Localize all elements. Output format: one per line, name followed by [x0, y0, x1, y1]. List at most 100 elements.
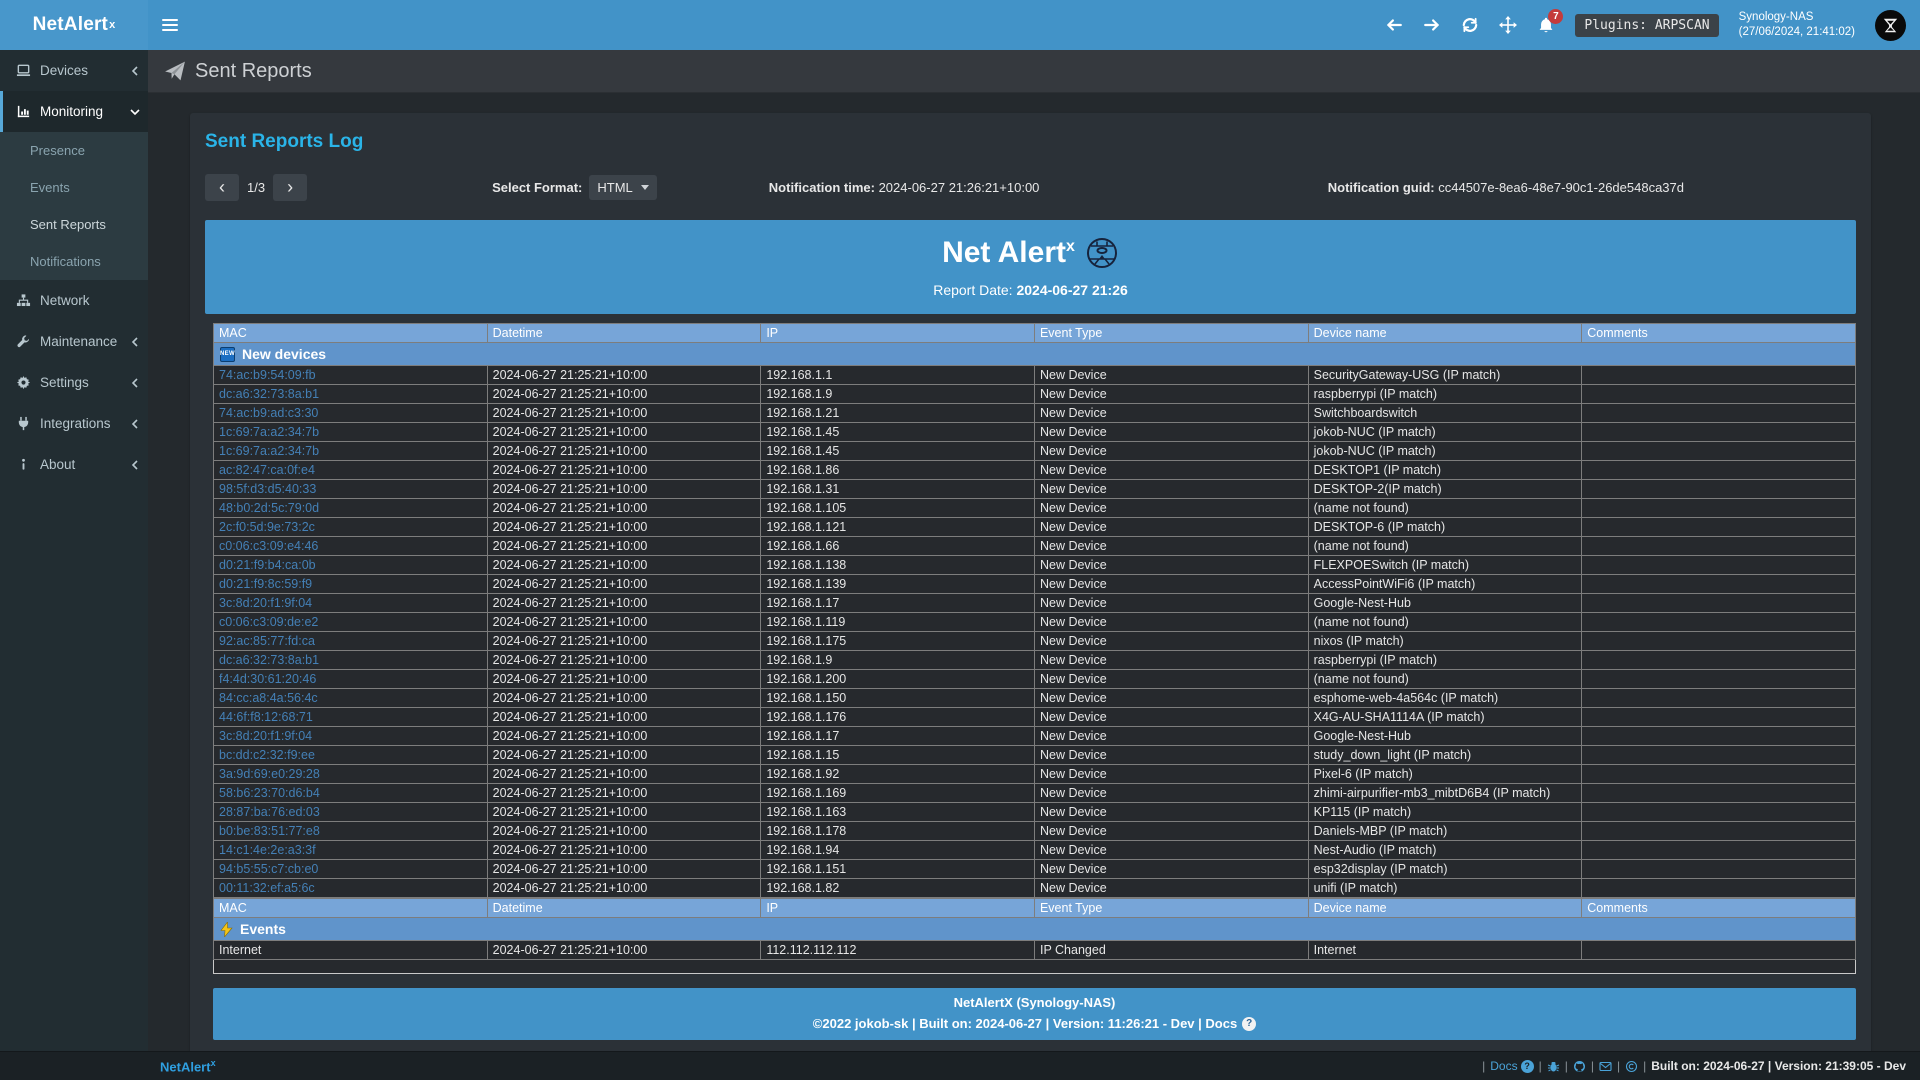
- cell: 3c:8d:20:f1:9f:04: [214, 727, 488, 746]
- cell: 192.168.1.15: [761, 746, 1035, 765]
- cell: 2024-06-27 21:25:21+10:00: [487, 784, 761, 803]
- sidebar-item-presence[interactable]: Presence: [0, 132, 148, 169]
- back-arrow-icon[interactable]: [1385, 16, 1403, 34]
- refresh-icon[interactable]: [1461, 16, 1479, 34]
- cell: esphome-web-4a564c (IP match): [1308, 689, 1582, 708]
- report-header: Net Alertx Report Date: 2024-06-27 21:26: [205, 220, 1856, 314]
- mac-link[interactable]: c0:06:c3:09:de:e2: [219, 615, 318, 629]
- cell: [1582, 385, 1856, 404]
- sidebar-item-about[interactable]: About: [0, 444, 148, 485]
- cell: (name not found): [1308, 670, 1582, 689]
- cell: 2024-06-27 21:25:21+10:00: [487, 423, 761, 442]
- avatar-logo-icon: [1879, 14, 1902, 37]
- cell: 98:5f:d3:d5:40:33: [214, 480, 488, 499]
- cell: [1582, 941, 1856, 960]
- sidebar-toggle-button[interactable]: [148, 0, 192, 50]
- mac-link[interactable]: 58:b6:23:70:d6:b4: [219, 786, 320, 800]
- mac-link[interactable]: d0:21:f9:8c:59:f9: [219, 577, 312, 591]
- cell: [1582, 689, 1856, 708]
- mac-link[interactable]: bc:dd:c2:32:f9:ee: [219, 748, 315, 762]
- app-logo[interactable]: NetAlertx: [0, 0, 148, 50]
- bug-report-icon[interactable]: [1547, 1060, 1560, 1073]
- mac-link[interactable]: dc:a6:32:73:8a:b1: [219, 387, 319, 401]
- mac-link[interactable]: 98:5f:d3:d5:40:33: [219, 482, 316, 496]
- mac-link[interactable]: 1c:69:7a:a2:34:7b: [219, 425, 319, 439]
- sidebar-item-devices[interactable]: Devices: [0, 50, 148, 91]
- report-footer-meta: ©2022 jokob-sk | Built on: 2024-06-27 | …: [213, 1016, 1856, 1031]
- cell: [1582, 518, 1856, 537]
- cell: 94:b5:55:c7:cb:e0: [214, 860, 488, 879]
- mac-link[interactable]: ac:82:47:ca:0f:e4: [219, 463, 315, 477]
- cell: New Device: [1034, 575, 1308, 594]
- footer-brand[interactable]: NetAlertx: [160, 1058, 216, 1074]
- report-footer-title: NetAlertX (Synology-NAS): [213, 995, 1856, 1010]
- cell: nixos (IP match): [1308, 632, 1582, 651]
- cell: (name not found): [1308, 537, 1582, 556]
- sidebar-item-notifications[interactable]: Notifications: [0, 243, 148, 280]
- mac-link[interactable]: 14:c1:4e:2e:a3:3f: [219, 843, 316, 857]
- next-page-button[interactable]: ›: [273, 174, 307, 201]
- mac-link[interactable]: 1c:69:7a:a2:34:7b: [219, 444, 319, 458]
- table-row: dc:a6:32:73:8a:b12024-06-27 21:25:21+10:…: [214, 385, 1856, 404]
- sidebar-item-monitoring[interactable]: Monitoring: [0, 91, 148, 132]
- cell: 2024-06-27 21:25:21+10:00: [487, 556, 761, 575]
- sidebar-item-network[interactable]: Network: [0, 280, 148, 321]
- forward-arrow-icon[interactable]: [1423, 16, 1441, 34]
- move-arrows-icon[interactable]: [1499, 16, 1517, 34]
- sidebar-item-events[interactable]: Events: [0, 169, 148, 206]
- mac-link[interactable]: b0:be:83:51:77:e8: [219, 824, 320, 838]
- mac-link[interactable]: 28:87:ba:76:ed:03: [219, 805, 320, 819]
- github-icon[interactable]: [1573, 1060, 1586, 1073]
- sidebar-item-integrations[interactable]: Integrations: [0, 403, 148, 444]
- hamburger-icon: [162, 16, 178, 34]
- table-row: 3c:8d:20:f1:9f:042024-06-27 21:25:21+10:…: [214, 727, 1856, 746]
- cell: [1582, 366, 1856, 385]
- sidebar-item-settings[interactable]: Settings: [0, 362, 148, 403]
- table-head: MACDatetimeIPEvent TypeDevice nameCommen…: [214, 324, 1856, 343]
- sidebar-item-label: About: [40, 457, 130, 472]
- cell: New Device: [1034, 461, 1308, 480]
- cell: [1582, 423, 1856, 442]
- monitoring-submenu: Presence Events Sent Reports Notificatio…: [0, 132, 148, 280]
- cell: [1582, 594, 1856, 613]
- column-header: MAC: [214, 899, 488, 918]
- mac-link[interactable]: f4:4d:30:61:20:46: [219, 672, 316, 686]
- sidebar-item-label: Monitoring: [40, 104, 130, 119]
- sidebar-item-label: Integrations: [40, 416, 130, 431]
- sitemap-icon: [16, 293, 33, 308]
- prev-page-button[interactable]: ‹: [205, 174, 239, 201]
- email-icon[interactable]: [1599, 1060, 1612, 1073]
- cell: Pixel-6 (IP match): [1308, 765, 1582, 784]
- mac-link[interactable]: 3a:9d:69:e0:29:28: [219, 767, 320, 781]
- user-avatar[interactable]: [1875, 10, 1906, 41]
- mac-link[interactable]: dc:a6:32:73:8a:b1: [219, 653, 319, 667]
- mac-link[interactable]: c0:06:c3:09:e4:46: [219, 539, 318, 553]
- docs-link[interactable]: Docs?: [1490, 1059, 1533, 1073]
- format-select[interactable]: HTML: [589, 175, 656, 200]
- notifications-bell-icon[interactable]: 7: [1537, 16, 1555, 34]
- cell: [1582, 670, 1856, 689]
- mac-link[interactable]: 94:b5:55:c7:cb:e0: [219, 862, 318, 876]
- mac-link[interactable]: 92:ac:85:77:fd:ca: [219, 634, 315, 648]
- mac-link[interactable]: 3c:8d:20:f1:9f:04: [219, 596, 312, 610]
- mac-link[interactable]: 3c:8d:20:f1:9f:04: [219, 729, 312, 743]
- copyright-icon[interactable]: [1625, 1060, 1638, 1073]
- mac-link[interactable]: 48:b0:2d:5c:79:0d: [219, 501, 319, 515]
- cell: 2024-06-27 21:25:21+10:00: [487, 442, 761, 461]
- cell: New Device: [1034, 632, 1308, 651]
- mac-link[interactable]: 74:ac:b9:ad:c3:30: [219, 406, 318, 420]
- mac-link[interactable]: 44:6f:f8:12:68:71: [219, 710, 313, 724]
- mac-link[interactable]: d0:21:f9:b4:ca:0b: [219, 558, 316, 572]
- mac-link[interactable]: 84:cc:a8:4a:56:4c: [219, 691, 318, 705]
- new-devices-section-header: NEW New devices: [214, 343, 1856, 366]
- table-row: dc:a6:32:73:8a:b12024-06-27 21:25:21+10:…: [214, 651, 1856, 670]
- cell: 2024-06-27 21:25:21+10:00: [487, 518, 761, 537]
- host-timestamp: (27/06/2024, 21:41:02): [1739, 25, 1855, 40]
- mac-link[interactable]: 74:ac:b9:54:09:fb: [219, 368, 316, 382]
- mac-link[interactable]: 00:11:32:ef:a5:6c: [219, 881, 315, 895]
- sidebar-item-sent-reports[interactable]: Sent Reports: [0, 206, 148, 243]
- mac-link[interactable]: 2c:f0:5d:9e:73:2c: [219, 520, 315, 534]
- plug-icon: [16, 416, 33, 431]
- sidebar-item-maintenance[interactable]: Maintenance: [0, 321, 148, 362]
- log-title-link[interactable]: Sent Reports Log: [205, 131, 1856, 153]
